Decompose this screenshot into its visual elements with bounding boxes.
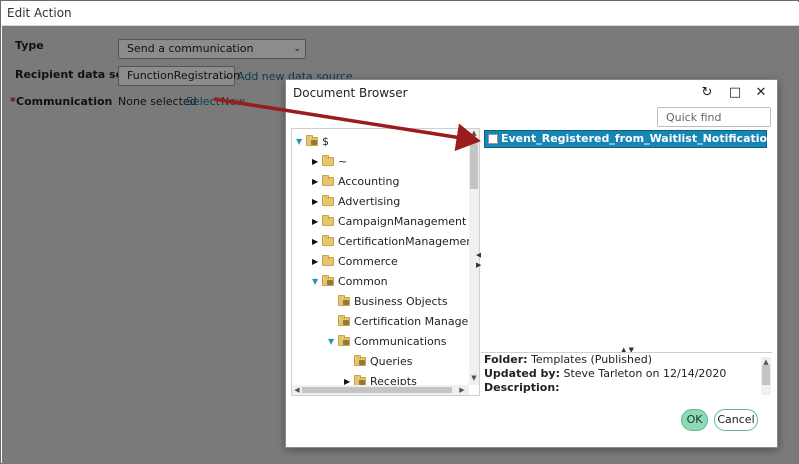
tree-item-label: ~ (338, 155, 348, 168)
updated-detail: Updated by: Steve Tarleton on 12/14/2020 (484, 367, 772, 381)
document-row-selected[interactable]: Event_Registered_from_Waitlist_Notificat… (484, 130, 775, 148)
details-scroll-thumb[interactable] (762, 365, 770, 385)
recipient-select[interactable]: FunctionRegistration ⌄ (118, 66, 240, 86)
folder-tree: ▼ $ ▶ ~ ▶ Accounting ▶ Advertising ▶ Cam… (291, 128, 480, 396)
expand-open-icon[interactable]: ▼ (328, 333, 334, 351)
ok-button[interactable]: OK (681, 409, 708, 431)
folder-icon (322, 175, 334, 186)
tree-item-label: Common (338, 275, 388, 288)
folder-icon (322, 235, 334, 246)
locked-folder-icon (354, 355, 366, 366)
updated-detail-value: Steve Tarleton on 12/14/2020 (563, 367, 727, 380)
cancel-button[interactable]: Cancel (714, 409, 758, 431)
folder-detail: Folder: Templates (Published) (484, 353, 772, 367)
quick-find-input[interactable] (657, 107, 771, 127)
expand-closed-icon[interactable]: ▶ (312, 153, 318, 171)
tree-item-label: Commerce (338, 255, 398, 268)
document-browser-dialog: Document Browser ↻ □ ✕ ▼ $ ▶ ~ ▶ Account… (285, 79, 778, 448)
window-title: Edit Action (2, 2, 799, 26)
scroll-down-icon[interactable]: ▼ (469, 374, 479, 382)
expand-closed-icon[interactable]: ▶ (312, 213, 318, 231)
document-list: Event_Registered_from_Waitlist_Notificat… (481, 128, 775, 349)
type-select-value: Send a communication (127, 42, 254, 55)
expand-open-icon[interactable]: ▼ (312, 273, 318, 291)
expand-open-icon[interactable]: ▼ (296, 133, 302, 151)
new-link[interactable]: New (221, 95, 245, 108)
tree-item-label: Advertising (338, 195, 401, 208)
scroll-right-icon[interactable]: ▶ (458, 386, 466, 394)
select-link[interactable]: Select (186, 95, 220, 108)
tree-item-label: Accounting (338, 175, 400, 188)
type-label: Type (15, 39, 44, 52)
close-icon[interactable]: ✕ (752, 84, 770, 102)
tree-item-label: Queries (370, 355, 413, 368)
scroll-up-icon[interactable]: ▲ (469, 129, 479, 137)
document-name: Event_Registered_from_Waitlist_Notificat… (501, 132, 775, 145)
chevron-down-icon: ⌄ (293, 44, 301, 54)
document-details: Folder: Templates (Published) Updated by… (481, 352, 772, 396)
chevron-down-icon: ⌄ (222, 71, 230, 81)
locked-folder-icon (338, 315, 350, 326)
type-select[interactable]: Send a communication ⌄ (118, 39, 306, 59)
folder-icon (322, 215, 334, 226)
updated-detail-label: Updated by: (484, 367, 560, 380)
tree-scroll-thumb[interactable] (470, 141, 478, 189)
locked-folder-icon (338, 335, 350, 346)
dialog-title: Document Browser (293, 86, 408, 100)
locked-folder-icon (322, 275, 334, 286)
locked-folder-icon (338, 295, 350, 306)
tree-hscroll-thumb[interactable] (302, 387, 452, 393)
folder-icon (322, 255, 334, 266)
communication-label: Communication (16, 95, 113, 108)
document-checkbox[interactable] (488, 134, 498, 144)
tree-item-label: Business Objects (354, 295, 448, 308)
locked-folder-icon (306, 135, 318, 146)
tree-root-label: $ (322, 135, 329, 148)
tree-item-label: CampaignManagement (338, 215, 467, 228)
required-marker: * (10, 95, 16, 108)
refresh-icon[interactable]: ↻ (698, 84, 716, 102)
expand-closed-icon[interactable]: ▶ (312, 233, 318, 251)
communication-value: None selected (118, 95, 197, 108)
description-detail-label: Description: (484, 381, 560, 394)
tree-item-label: CertificationManagement (338, 235, 478, 248)
expand-closed-icon[interactable]: ▶ (312, 173, 318, 191)
tree-horizontal-scrollbar[interactable]: ◀ ▶ (292, 385, 469, 395)
expand-closed-icon[interactable]: ▶ (312, 193, 318, 211)
folder-detail-label: Folder: (484, 353, 528, 366)
tree-item-label: Communications (354, 335, 447, 348)
scroll-left-icon[interactable]: ◀ (293, 386, 301, 394)
folder-icon (322, 195, 334, 206)
expand-closed-icon[interactable]: ▶ (312, 253, 318, 271)
maximize-icon[interactable]: □ (726, 84, 744, 102)
folder-detail-value: Templates (Published) (531, 353, 653, 366)
folder-icon (322, 155, 334, 166)
details-scrollbar[interactable]: ▲ (761, 357, 771, 395)
tree-item-label: Certification Management (354, 315, 479, 328)
description-detail: Description: (484, 381, 772, 395)
